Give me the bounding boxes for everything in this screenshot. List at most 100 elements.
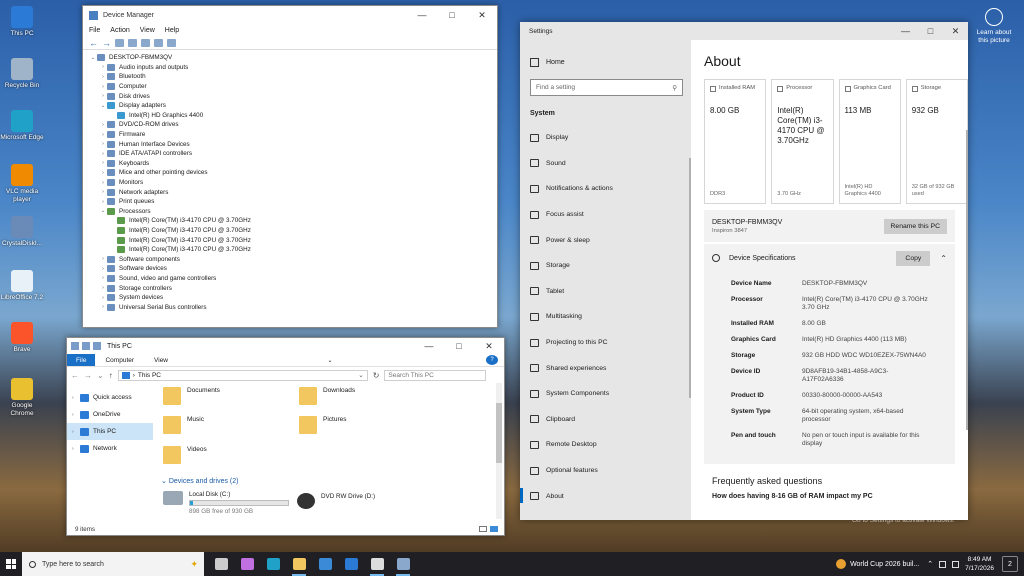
- tree-node[interactable]: ⌄ DESKTOP-FBMM3QV: [89, 53, 497, 63]
- chevron-down-icon[interactable]: ⌄: [99, 103, 107, 109]
- tree-node[interactable]: › Storage controllers: [89, 283, 497, 293]
- tree-node[interactable]: › Human Interface Devices: [89, 139, 497, 149]
- chevron-right-icon[interactable]: ›: [99, 295, 107, 301]
- network-icon[interactable]: [939, 560, 947, 568]
- taskbar-search-box[interactable]: Type here to search ✦: [22, 552, 204, 576]
- tab-file[interactable]: File: [67, 354, 96, 366]
- back-arrow-icon[interactable]: ←: [71, 371, 79, 380]
- sidebar-item-clipboard[interactable]: Clipboard: [520, 407, 691, 433]
- chevron-right-icon[interactable]: ›: [99, 304, 107, 310]
- notifications-button[interactable]: 2: [1002, 556, 1018, 572]
- tree-node[interactable]: › Software devices: [89, 264, 497, 274]
- tree-node[interactable]: Intel(R) Core(TM) i3-4170 CPU @ 3.70GHz: [89, 245, 497, 255]
- tree-node[interactable]: › Keyboards: [89, 159, 497, 169]
- taskbar-app-copilot[interactable]: [234, 552, 260, 576]
- desktop-icon-brave[interactable]: Brave: [0, 322, 44, 354]
- desktop-icon-crystaldiski[interactable]: CrystalDiskI...: [0, 216, 44, 248]
- sidebar-item-home[interactable]: Home: [520, 51, 691, 73]
- scan-hardware-icon[interactable]: [167, 38, 176, 47]
- desktop-icon-vlc-media-player[interactable]: VLC media player: [0, 164, 44, 204]
- tab-computer[interactable]: Computer: [95, 354, 144, 366]
- close-button[interactable]: ✕: [943, 22, 968, 40]
- nav-item-network[interactable]: › Network: [67, 440, 153, 457]
- sidebar-item-system-components[interactable]: System Components: [520, 381, 691, 407]
- list-view-icon[interactable]: [128, 38, 137, 47]
- menu-item-view[interactable]: View: [140, 27, 155, 34]
- chevron-right-icon[interactable]: ›: [99, 199, 107, 205]
- taskbar-app-store[interactable]: [312, 552, 338, 576]
- tree-node[interactable]: › Network adapters: [89, 187, 497, 197]
- sidebar-item-optional-features[interactable]: Optional features: [520, 458, 691, 484]
- chevron-right-icon[interactable]: ›: [99, 170, 107, 176]
- settings-titlebar[interactable]: Settings — □ ✕: [520, 22, 968, 40]
- chevron-down-icon[interactable]: ⌄: [99, 208, 107, 214]
- tree-node[interactable]: ⌄ Processors: [89, 207, 497, 217]
- taskbar-app-task-view[interactable]: [208, 552, 234, 576]
- sidebar-item-display[interactable]: Display: [520, 125, 691, 151]
- up-arrow-icon[interactable]: ↑: [109, 371, 113, 380]
- rename-pc-button[interactable]: Rename this PC: [883, 218, 947, 234]
- tree-node[interactable]: › System devices: [89, 293, 497, 303]
- settings-search-input[interactable]: Find a setting ⚲: [530, 79, 683, 96]
- forward-arrow-icon[interactable]: →: [84, 371, 92, 380]
- sidebar-item-about[interactable]: About: [520, 483, 691, 509]
- sidebar-item-sound[interactable]: Sound: [520, 151, 691, 177]
- help-icon[interactable]: [141, 38, 150, 47]
- sidebar-item-storage[interactable]: Storage: [520, 253, 691, 279]
- desktop-icon-recycle-bin[interactable]: Recycle Bin: [0, 58, 44, 90]
- sidebar-item-shared-experiences[interactable]: Shared experiences: [520, 355, 691, 381]
- chevron-right-icon[interactable]: ›: [99, 132, 107, 138]
- maximize-button[interactable]: □: [437, 6, 467, 24]
- folder-music[interactable]: Music: [163, 416, 204, 434]
- desktop-icon-microsoft-edge[interactable]: Microsoft Edge: [0, 110, 44, 142]
- tree-node[interactable]: › Disk drives: [89, 91, 497, 101]
- chevron-right-icon[interactable]: ›: [72, 395, 80, 401]
- chevron-right-icon[interactable]: ›: [72, 446, 80, 452]
- properties-icon[interactable]: [82, 342, 90, 350]
- sidebar-item-notifications-actions[interactable]: Notifications & actions: [520, 176, 691, 202]
- chevron-up-icon[interactable]: ⌃: [940, 254, 947, 263]
- folder-pictures[interactable]: Pictures: [299, 416, 346, 434]
- device-manager-titlebar[interactable]: Device Manager — □ ✕: [83, 6, 497, 24]
- tree-node[interactable]: › Computer: [89, 82, 497, 92]
- search-input[interactable]: Search This PC: [384, 369, 487, 381]
- ribbon-expand-icon[interactable]: ⌄: [327, 354, 332, 366]
- chevron-right-icon[interactable]: ›: [99, 93, 107, 99]
- details-icon[interactable]: [154, 38, 163, 47]
- maximize-button[interactable]: □: [444, 338, 474, 354]
- explorer-titlebar[interactable]: This PC — □ ✕: [67, 338, 504, 354]
- forward-arrow-icon[interactable]: →: [102, 38, 111, 47]
- learn-about-picture[interactable]: Learn about this picture: [972, 8, 1016, 45]
- chevron-right-icon[interactable]: ›: [99, 266, 107, 272]
- close-button[interactable]: ✕: [467, 6, 497, 24]
- address-input[interactable]: › This PC ⌄: [117, 369, 368, 381]
- clock[interactable]: 8:49 AM 7/17/2026: [965, 555, 994, 573]
- nav-item-onedrive[interactable]: › OneDrive: [67, 406, 153, 423]
- desktop-icon-this-pc[interactable]: This PC: [0, 6, 44, 38]
- sidebar-item-projecting-to-this-pc[interactable]: Projecting to this PC: [520, 330, 691, 356]
- taskbar-app-file-explorer[interactable]: [286, 552, 312, 576]
- chevron-right-icon[interactable]: ›: [99, 189, 107, 195]
- minimize-button[interactable]: —: [407, 6, 437, 24]
- start-button[interactable]: [0, 552, 22, 576]
- drive-local-disk[interactable]: Local Disk (C:) 898 GB free of 930 GB: [163, 491, 289, 515]
- tree-node[interactable]: ⌄ Display adapters: [89, 101, 497, 111]
- tree-node[interactable]: Intel(R) Core(TM) i3-4170 CPU @ 3.70GHz: [89, 216, 497, 226]
- nav-item-quick-access[interactable]: › Quick access: [67, 389, 153, 406]
- new-folder-icon[interactable]: [93, 342, 101, 350]
- folder-videos[interactable]: Videos: [163, 446, 207, 464]
- nav-item-this-pc[interactable]: › This PC: [67, 423, 153, 440]
- tree-node[interactable]: › Mice and other pointing devices: [89, 168, 497, 178]
- tree-node[interactable]: › Monitors: [89, 178, 497, 188]
- chevron-down-icon[interactable]: ⌄: [89, 55, 97, 61]
- menu-item-file[interactable]: File: [89, 27, 100, 34]
- chevron-right-icon[interactable]: ›: [99, 64, 107, 70]
- tree-node[interactable]: › Audio inputs and outputs: [89, 63, 497, 73]
- desktop-icon-google-chrome[interactable]: Google Chrome: [0, 378, 44, 418]
- scrollbar-thumb[interactable]: [496, 403, 502, 463]
- tree-node[interactable]: Intel(R) HD Graphics 4400: [89, 111, 497, 121]
- desktop-icon-libreoffice-7-2[interactable]: LibreOffice 7.2: [0, 270, 44, 302]
- tree-node[interactable]: Intel(R) Core(TM) i3-4170 CPU @ 3.70GHz: [89, 235, 497, 245]
- vertical-scrollbar[interactable]: [496, 383, 502, 519]
- sidebar-item-multitasking[interactable]: Multitasking: [520, 304, 691, 330]
